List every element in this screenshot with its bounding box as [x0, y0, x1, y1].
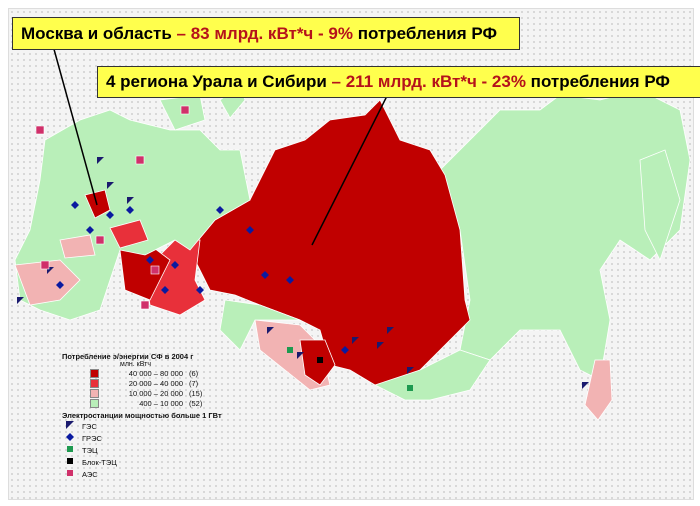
- green-square-marker-icon: [407, 385, 413, 391]
- legend-class: 20 000 – 40 000 (7): [90, 378, 258, 388]
- region-siberia-ural: [189, 99, 471, 396]
- callout-text: потребления РФ: [352, 24, 497, 43]
- pink-square-marker-icon: [135, 155, 145, 165]
- legend-range: 40 000 – 80 000: [128, 368, 183, 378]
- legend-title: Потребление э/энергии СФ в 2004 г: [62, 352, 194, 361]
- legend-count: (7): [189, 378, 199, 388]
- callout-ural-siberia: 4 региона Урала и Сибири – 211 млрд. кВт…: [97, 66, 700, 98]
- legend-plant: ТЭЦ: [66, 444, 258, 456]
- callout-highlight: – 83 млрд. кВт*ч - 9%: [176, 24, 353, 43]
- pink-square-marker-icon: [95, 235, 105, 245]
- green-square-icon: [66, 445, 82, 455]
- legend-range: 400 – 10 000: [139, 398, 183, 408]
- legend-plant-label: Блок-ТЭЦ: [82, 457, 117, 467]
- pink-square-icon: [66, 469, 82, 479]
- callout-text: 4 региона Урала и Сибири: [106, 72, 332, 91]
- legend-plants-title: Электростанции мощностью больше 1 ГВт: [62, 411, 222, 420]
- legend-swatch: [90, 398, 99, 408]
- legend-class: 400 – 10 000 (52): [90, 398, 258, 408]
- legend-range: 20 000 – 40 000: [128, 378, 183, 388]
- legend-range: 10 000 – 20 000: [128, 388, 183, 398]
- legend-class: 40 000 – 80 000 (6): [90, 368, 258, 378]
- legend-plant: ГРЭС: [66, 432, 258, 444]
- map-legend: Потребление э/энергии СФ в 2004 г млн. к…: [62, 352, 258, 498]
- black-square-marker-icon: [317, 357, 323, 363]
- legend-swatch: [90, 368, 99, 378]
- legend-plant: Блок-ТЭЦ: [66, 456, 258, 468]
- legend-unit: млн. кВтч: [120, 361, 152, 368]
- hydro-triangle-icon: [66, 421, 82, 431]
- pink-square-marker-icon: [180, 105, 190, 115]
- diamond-icon: [66, 433, 82, 443]
- legend-count: (15): [189, 388, 203, 398]
- callout-text: Москва и область: [21, 24, 177, 43]
- legend-count: (6): [189, 368, 199, 378]
- black-square-icon: [66, 457, 82, 467]
- legend-swatch: [90, 378, 99, 388]
- callout-moscow: Москва и область – 83 млрд. кВт*ч - 9% п…: [12, 17, 520, 50]
- legend-plant: ГЭС: [66, 420, 258, 432]
- pink-square-marker-icon: [140, 300, 150, 310]
- legend-count: (52): [189, 398, 203, 408]
- legend-plant-label: ГЭС: [82, 421, 97, 431]
- legend-plant-label: ГРЭС: [82, 433, 102, 443]
- pink-square-marker-icon: [40, 260, 50, 270]
- green-square-marker-icon: [287, 347, 293, 353]
- legend-class: 10 000 – 20 000 (15): [90, 388, 258, 398]
- legend-plant: АЭС: [66, 468, 258, 480]
- callout-highlight: – 211 млрд. кВт*ч - 23%: [331, 72, 526, 91]
- pink-square-marker-icon: [150, 265, 160, 275]
- callout-text: потребления РФ: [525, 72, 670, 91]
- hydro-triangle-marker-icon: [582, 382, 589, 389]
- legend-plant-label: ТЭЦ: [82, 445, 98, 455]
- legend-plant-label: АЭС: [82, 469, 98, 479]
- pink-square-marker-icon: [35, 125, 45, 135]
- legend-swatch: [90, 388, 99, 398]
